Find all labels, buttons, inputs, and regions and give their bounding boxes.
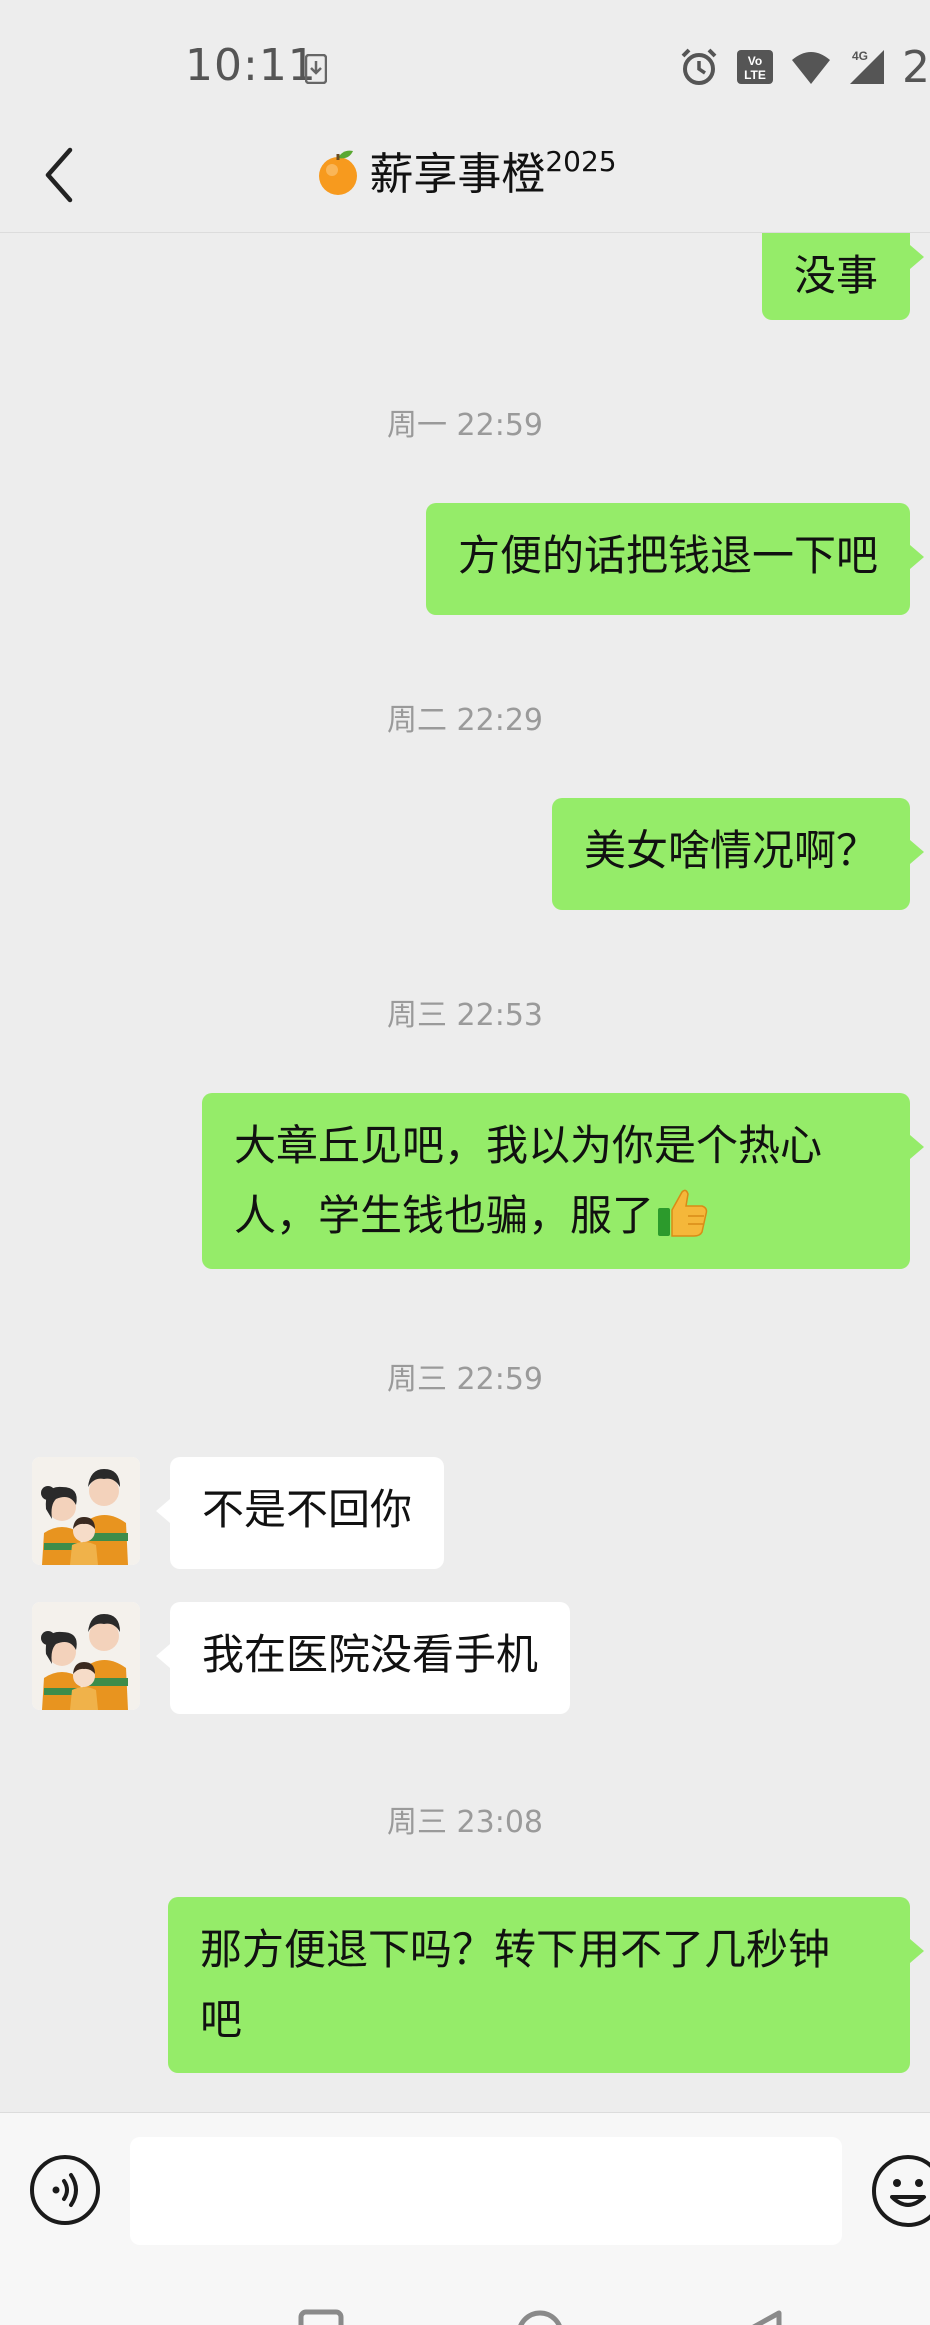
download-notification-icon — [305, 54, 327, 84]
status-time: 10:11 — [185, 40, 317, 91]
home-icon[interactable] — [515, 2309, 565, 2325]
message-text: 人，学生钱也骗，服了 — [234, 1191, 655, 1240]
chat-title-text: 薪享事橙 — [369, 149, 546, 200]
message-text: 不是不回你 — [202, 1485, 413, 1534]
contact-avatar[interactable] — [32, 1602, 140, 1710]
svg-text:LTE: LTE — [744, 68, 766, 82]
chat-title-superscript: 2025 — [545, 145, 617, 178]
recent-apps-icon[interactable] — [298, 2309, 344, 2325]
status-bar: 10:11 Vo LTE 4G 29 — [0, 0, 930, 135]
message-text-line: 人，学生钱也骗，服了 — [234, 1181, 878, 1251]
alarm-clock-icon — [681, 48, 717, 85]
sent-message-bubble[interactable]: 方便的话把钱退一下吧 — [425, 503, 925, 615]
message-list[interactable]: 没事 周一 22:59 方便的话把钱退一下吧 周二 22:29 美女啥情况啊？ … — [0, 233, 930, 2113]
message-text: 方便的话把钱退一下吧 — [457, 531, 878, 580]
volte-icon: Vo LTE — [737, 50, 773, 84]
emoji-icon[interactable] — [868, 2151, 930, 2231]
message-text-line: 那方便退下吗？转下用不了几秒钟 — [200, 1925, 831, 1974]
received-message-bubble[interactable]: 不是不回你 — [155, 1457, 445, 1569]
system-navigation-bar — [0, 2273, 930, 2325]
family-avatar-icon — [32, 1602, 140, 1710]
thumbs-up-icon — [658, 1189, 708, 1237]
voice-input-icon[interactable] — [28, 2153, 102, 2227]
signal-4g-icon: 4G — [850, 49, 884, 84]
svg-text:4G: 4G — [852, 49, 868, 63]
battery-level: 29 — [902, 41, 930, 93]
message-text: 我在医院没看手机 — [202, 1630, 539, 1679]
chat-title[interactable]: 薪享事橙2025 — [0, 138, 930, 202]
message-text: 美女啥情况啊？ — [583, 826, 878, 875]
back-nav-icon[interactable] — [735, 2309, 785, 2325]
message-text: 没事 — [793, 251, 878, 300]
orange-emoji-icon — [319, 150, 358, 195]
message-text-line: 吧 — [200, 1995, 243, 2044]
message-input[interactable] — [130, 2137, 842, 2245]
timestamp: 周一 22:59 — [387, 408, 543, 443]
svg-text:Vo: Vo — [748, 54, 762, 68]
timestamp: 周三 22:53 — [387, 998, 543, 1033]
input-bar — [0, 2112, 930, 2273]
message-text-line: 大章丘见吧，我以为你是个热心 — [234, 1121, 823, 1170]
timestamp: 周三 22:59 — [387, 1362, 543, 1397]
received-message-bubble[interactable]: 我在医院没看手机 — [155, 1602, 571, 1714]
sent-message-bubble[interactable]: 没事 — [761, 233, 925, 320]
chat-header: 薪享事橙2025 — [0, 120, 930, 233]
sent-message-bubble[interactable]: 大章丘见吧，我以为你是个热心 人，学生钱也骗，服了 — [202, 1093, 924, 1269]
timestamp: 周二 22:29 — [387, 703, 543, 738]
family-avatar-icon — [32, 1457, 140, 1565]
timestamp: 周三 23:08 — [387, 1805, 543, 1840]
sent-message-bubble[interactable]: 美女啥情况啊？ — [551, 798, 925, 910]
wifi-icon — [792, 52, 830, 84]
contact-avatar[interactable] — [32, 1457, 140, 1565]
sent-message-bubble[interactable]: 那方便退下吗？转下用不了几秒钟 吧 — [168, 1897, 924, 2073]
